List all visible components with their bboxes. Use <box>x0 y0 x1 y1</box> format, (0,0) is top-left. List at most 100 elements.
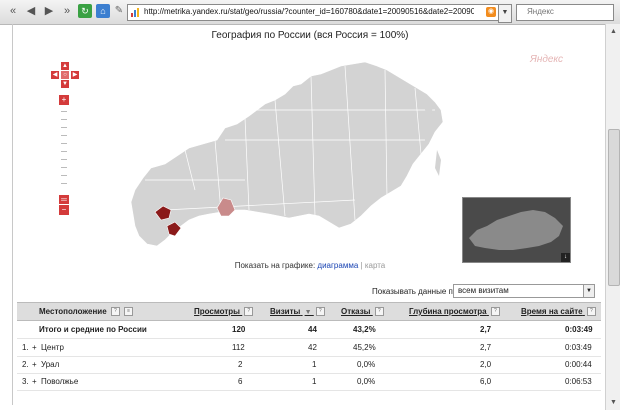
total-bounces: 43,2% <box>353 325 376 334</box>
total-time: 0:03:49 <box>565 325 593 334</box>
chart-toggle: Показать на графике: диаграмма | карта <box>0 261 620 270</box>
header-depth[interactable]: Глубина просмотра ? <box>409 307 500 317</box>
list-icon[interactable]: ≡ <box>124 307 134 317</box>
row-views: 2 <box>238 360 243 369</box>
zoom-handle[interactable]: ═ <box>59 195 69 204</box>
row-number: 1. <box>22 343 29 352</box>
header-location[interactable]: Местоположение ? ≡ <box>39 307 134 317</box>
header-time-label: Время на сайте <box>521 307 583 316</box>
address-dropdown-button[interactable]: ▼ <box>498 4 512 23</box>
zoom-tick <box>61 159 67 160</box>
expand-icon[interactable]: + <box>32 343 37 352</box>
help-icon[interactable]: ? <box>374 307 384 317</box>
back-double-icon[interactable]: « <box>6 4 20 18</box>
chevron-down-icon[interactable]: ▼ <box>583 285 594 297</box>
table-total-row: Итого и средние по России 120 44 43,2% 2… <box>17 321 601 339</box>
header-time[interactable]: Время на сайте ? <box>521 307 596 317</box>
diagram-link[interactable]: диаграмма <box>317 261 358 270</box>
filter-value: всем визитам <box>458 286 509 295</box>
search-box[interactable] <box>516 4 614 21</box>
zoom-out-icon[interactable]: − <box>59 205 69 215</box>
total-visits: 44 <box>308 325 317 334</box>
zoom-tick <box>61 143 67 144</box>
zoom-tick <box>61 175 67 176</box>
row-bounces: 0,0% <box>357 377 376 386</box>
filter-label: Показывать данные по <box>372 287 458 296</box>
minimap-land <box>469 210 563 250</box>
zoom-tick <box>61 167 67 168</box>
expand-icon[interactable]: + <box>32 360 37 369</box>
sort-desc-icon: ▼ <box>304 309 312 316</box>
rss-icon[interactable]: ◉ <box>486 7 496 17</box>
total-label: Итого и средние по России <box>39 325 147 334</box>
header-location-label: Местоположение <box>39 307 107 316</box>
address-bar[interactable]: http://metrika.yandex.ru/stat/geo/russia… <box>127 4 499 21</box>
table-header: Местоположение ? ≡ Просмотры ? Визиты ▼ … <box>17 302 601 321</box>
row-name: Центр <box>41 343 64 352</box>
row-time: 0:00:44 <box>565 360 592 369</box>
zoom-in-icon[interactable]: + <box>59 95 69 105</box>
header-visits-label: Визиты <box>270 307 301 316</box>
separator: | <box>360 261 363 270</box>
home-icon[interactable]: ⌂ <box>96 4 110 18</box>
map-link[interactable]: карта <box>365 261 385 270</box>
russia-map[interactable] <box>125 40 455 260</box>
row-name: Урал <box>41 360 60 369</box>
row-visits: 42 <box>308 343 317 352</box>
pan-left-icon[interactable]: ◀ <box>51 71 59 79</box>
help-icon[interactable]: ? <box>490 307 500 317</box>
help-icon[interactable]: ? <box>586 307 596 317</box>
back-icon[interactable]: ◀ <box>24 4 38 18</box>
expand-icon[interactable]: + <box>32 377 37 386</box>
pan-down-icon[interactable]: ▼ <box>61 80 69 88</box>
row-depth: 6,0 <box>480 377 492 386</box>
map-zoom-slider[interactable]: + ═ − <box>59 95 69 215</box>
help-icon[interactable]: ? <box>315 307 325 317</box>
zoom-tick <box>61 119 67 120</box>
header-views[interactable]: Просмотры ? <box>194 307 254 317</box>
zoom-tick <box>61 151 67 152</box>
row-bounces: 0,0% <box>357 360 376 369</box>
row-name: Поволжье <box>41 377 79 386</box>
pencil-icon[interactable]: ✎ <box>112 4 126 18</box>
pan-right-icon[interactable]: ▶ <box>71 71 79 79</box>
row-time: 0:03:49 <box>565 343 592 352</box>
forward-icon[interactable]: ▶ <box>42 4 56 18</box>
help-icon[interactable]: ? <box>244 307 254 317</box>
url-text: http://metrika.yandex.ru/stat/geo/russia… <box>144 7 474 16</box>
search-input[interactable] <box>527 5 607 18</box>
row-time: 0:06:53 <box>565 377 592 386</box>
row-views: 112 <box>232 343 245 352</box>
header-bounces-label: Отказы <box>341 307 371 316</box>
table-row[interactable]: 2. + Урал 2 1 0,0% 2,0 0:00:44 <box>17 356 601 374</box>
zoom-tick <box>61 135 67 136</box>
pan-center-icon[interactable]: ○ <box>61 71 69 79</box>
header-views-label: Просмотры <box>194 307 241 316</box>
refresh-icon[interactable]: ↻ <box>78 4 92 18</box>
zoom-tick <box>61 127 67 128</box>
row-number: 3. <box>22 377 29 386</box>
header-visits[interactable]: Визиты ▼ ? <box>270 307 325 317</box>
chart-toggle-label: Показать на графике: <box>234 261 316 270</box>
total-views: 120 <box>232 325 246 334</box>
row-bounces: 45,2% <box>353 343 376 352</box>
vertical-scrollbar[interactable]: ▲ ▼ <box>605 24 620 410</box>
browser-toolbar: « ◀ ▶ » ↻ ⌂ ✎ http://metrika.yandex.ru/s… <box>0 0 620 25</box>
header-bounces[interactable]: Отказы ? <box>341 307 384 317</box>
map-russia-landmass <box>130 61 444 247</box>
zoom-tick <box>61 111 67 112</box>
header-depth-label: Глубина просмотра <box>409 307 487 316</box>
scroll-down-icon[interactable]: ▼ <box>609 398 618 407</box>
pan-up-icon[interactable]: ▲ <box>61 62 69 70</box>
table-row[interactable]: 1. + Центр 112 42 45,2% 2,7 0:03:49 <box>17 339 601 357</box>
table-row[interactable]: 3. + Поволжье 6 1 0,0% 6,0 0:06:53 <box>17 373 601 391</box>
forward-double-icon[interactable]: » <box>60 4 74 18</box>
total-depth: 2,7 <box>480 325 492 334</box>
row-views: 6 <box>238 377 243 386</box>
row-depth: 2,7 <box>480 343 492 352</box>
overview-minimap[interactable]: ↓ <box>462 197 571 263</box>
visits-filter-select[interactable]: всем визитам ▼ <box>453 284 595 298</box>
help-icon[interactable]: ? <box>110 307 120 317</box>
map-sakhalin <box>435 150 441 176</box>
zoom-tick <box>61 183 67 184</box>
